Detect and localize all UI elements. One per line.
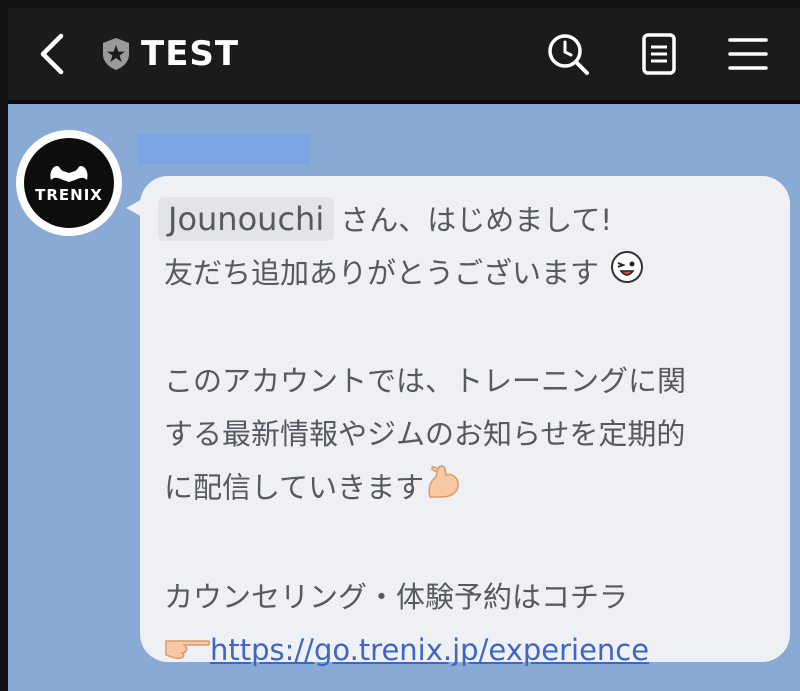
menu-button[interactable] [720, 8, 776, 100]
notes-button[interactable] [634, 8, 684, 100]
message-line-4: する最新情報やジムのお知らせを定期的 [164, 416, 686, 451]
message-line-5: に配信していきます [164, 461, 766, 518]
search-icon [548, 34, 589, 75]
thanks-text: 友だち追加ありがとうございます [164, 256, 600, 290]
trenix-logo: TRENIX [24, 138, 114, 228]
winking-face-sticker-icon [609, 249, 645, 302]
delivery-text: に配信していきます [164, 470, 425, 504]
chat-header: TEST [8, 8, 800, 100]
back-button[interactable] [30, 8, 74, 100]
message-line-2: 友だち追加ありがとうございます [164, 247, 766, 302]
message-line-6: カウンセリング・体験予約はコチラ [164, 579, 629, 614]
message-line-3: このアカウントでは、トレーニングに関 [164, 363, 687, 398]
shield-star-icon [103, 38, 129, 70]
message-line-1: Jounouchi さん、はじめまして! [158, 194, 766, 247]
message-bubble[interactable]: Jounouchi さん、はじめまして! 友だち追加ありがとうございます このアカ… [140, 176, 790, 667]
muscle-arms-icon [50, 166, 88, 182]
app-frame: TEST TRENIX Jounouchi さん、はじめまして! 友だち追加あり… [0, 0, 800, 691]
search-button[interactable] [542, 8, 594, 100]
sender-name-redacted [138, 134, 310, 164]
user-mention[interactable]: Jounouchi [158, 197, 335, 241]
greeting-text: さん、はじめまして! [340, 203, 612, 237]
notes-icon [642, 33, 676, 75]
avatar-logo-text: TRENIX [35, 186, 103, 204]
pointing-right-hand-icon [164, 625, 211, 678]
message-line-7: https://go.trenix.jp/experience [164, 624, 766, 679]
chat-title: TEST [141, 34, 240, 74]
chat-area[interactable]: TRENIX Jounouchi さん、はじめまして! 友だち追加ありがとうござい… [8, 104, 800, 691]
sender-avatar[interactable]: TRENIX [16, 130, 122, 236]
flexed-biceps-icon [424, 461, 464, 518]
official-account-badge [96, 8, 136, 100]
hamburger-menu-icon [728, 38, 768, 70]
experience-link[interactable]: https://go.trenix.jp/experience [210, 633, 649, 667]
chevron-left-icon [40, 33, 64, 75]
